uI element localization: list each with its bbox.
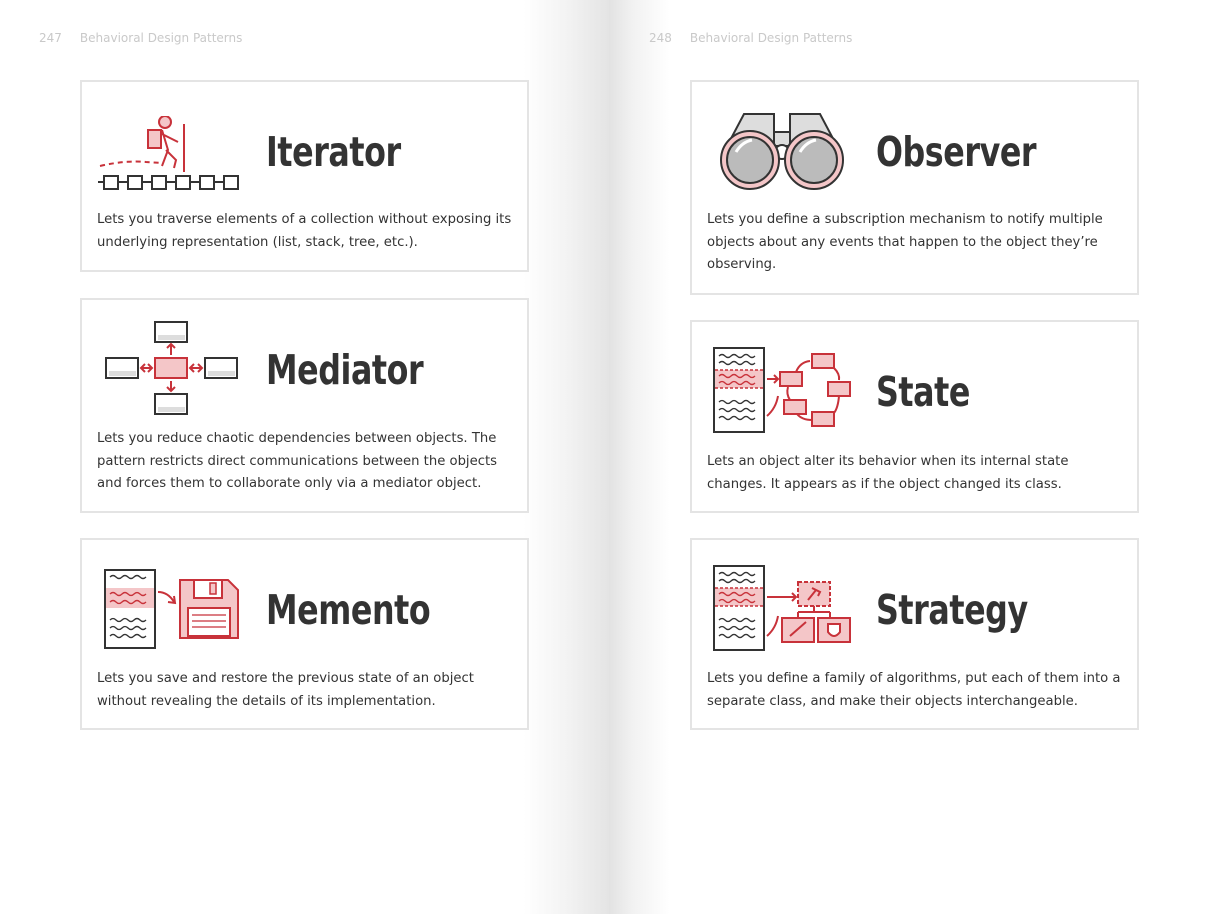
pattern-title: Memento (266, 586, 431, 634)
pattern-card-state: State Lets an object alter its behavior … (690, 320, 1139, 513)
mediator-hub-icon (102, 320, 242, 418)
chapter-title: Behavioral Design Patterns (689, 31, 853, 45)
page-number: 248 (649, 31, 672, 45)
hiker-on-chain-icon (96, 116, 246, 196)
pattern-card-memento: Memento Lets you save and restore the pr… (80, 538, 529, 730)
pattern-title: State (876, 368, 970, 416)
pattern-title: Iterator (266, 128, 401, 176)
strategy-tree-icon (712, 564, 858, 654)
page-number: 247 (39, 31, 62, 45)
left-page: 247 Behavioral Design Patterns Iterator L… (0, 0, 609, 914)
pattern-card-iterator: Iterator Lets you traverse elements of a… (80, 80, 529, 272)
page-header: 248 Behavioral Design Patterns (649, 31, 852, 45)
chapter-title: Behavioral Design Patterns (79, 31, 243, 45)
pattern-card-observer: Observer Lets you define a subscription … (690, 80, 1139, 295)
pattern-title: Strategy (876, 586, 1028, 634)
pattern-description: Lets an object alter its behavior when i… (707, 454, 1069, 492)
binoculars-icon (714, 108, 850, 192)
pattern-title: Observer (876, 128, 1037, 176)
pattern-description: Lets you traverse elements of a collecti… (97, 212, 512, 250)
pattern-description: Lets you define a family of algorithms, … (707, 671, 1121, 709)
pattern-description: Lets you reduce chaotic dependencies bet… (97, 431, 498, 491)
page-header: 247 Behavioral Design Patterns (39, 31, 242, 45)
pattern-description: Lets you save and restore the previous s… (97, 671, 474, 709)
memento-floppy-icon (102, 568, 242, 652)
pattern-card-mediator: Mediator Lets you reduce chaotic depende… (80, 298, 529, 513)
pattern-title: Mediator (266, 346, 424, 394)
pattern-description: Lets you define a subscription mechanism… (707, 212, 1103, 272)
right-page: 248 Behavioral Design Patterns Observer L… (609, 0, 1218, 914)
state-graph-icon (712, 346, 852, 436)
pattern-card-strategy: Strategy Lets you define a family of alg… (690, 538, 1139, 730)
